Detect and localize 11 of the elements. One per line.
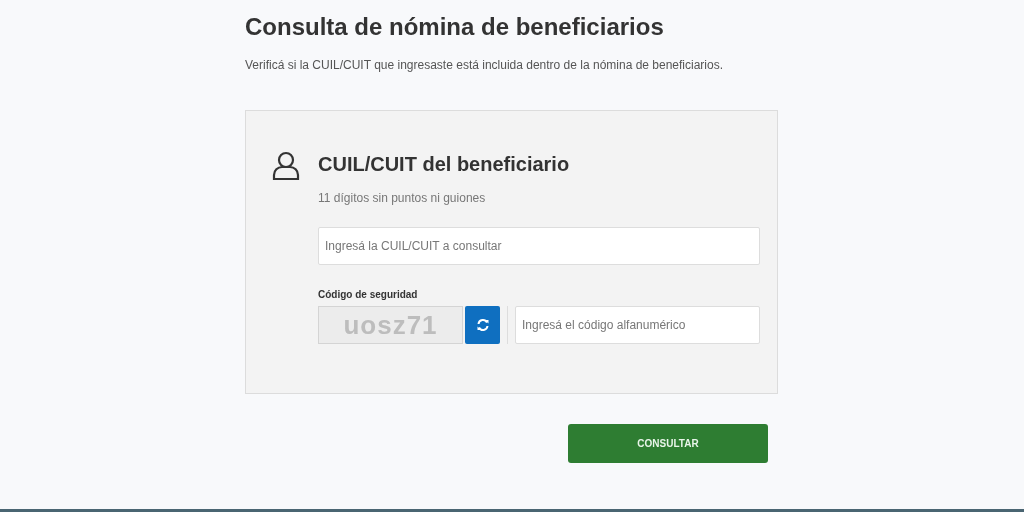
refresh-button[interactable] <box>465 306 500 344</box>
security-code-label: Código de seguridad <box>318 289 419 300</box>
cuil-input-field[interactable]: Ingresá la CUIL/CUIT a consultar <box>318 227 760 265</box>
form-heading: CUIL/CUIT del beneficiario <box>318 152 571 177</box>
page-subtitle: Verificá si la CUIL/CUIT que ingresaste está incluida dentro de la nómina de beneficiarios. <box>245 58 725 72</box>
security-code-field[interactable]: Ingresá el código alfanumérico <box>515 306 760 344</box>
field-hint: 11 dígitos sin puntos ni guiones <box>318 191 487 205</box>
submit-button[interactable]: CONSULTAR <box>568 424 768 463</box>
refresh-icon <box>475 318 490 332</box>
user-icon <box>272 151 300 181</box>
page-title: Consulta de nómina de beneficiarios <box>245 12 665 42</box>
